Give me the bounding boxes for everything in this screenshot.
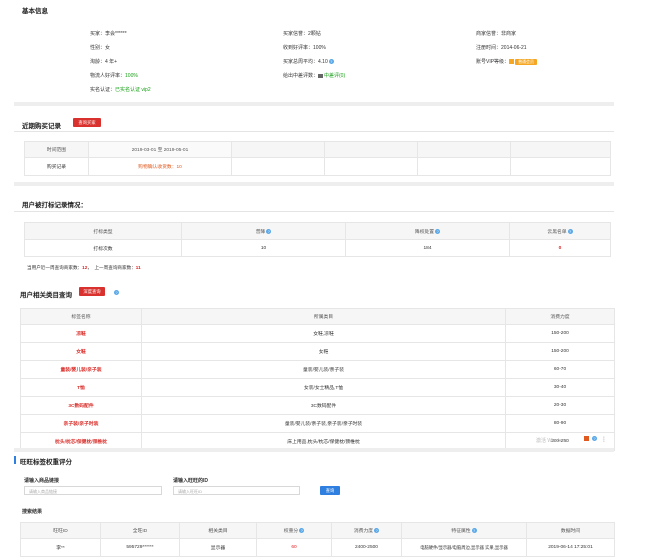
table-row: 3C数码配件 3C数码配件 20-30 [20,396,615,415]
section-divider [14,182,614,186]
purchase-table: 时间范围 2019-03-01 至 2019-05-01 购买记录 购物确认收货… [24,141,611,176]
wangwang-id-input[interactable]: 请输入旺旺ID [173,486,300,495]
section-divider [14,448,614,452]
vip-level-field: 账号VIP等级： 普通会员 [476,58,538,65]
table-row: 打标次数 10 184 0 [24,239,611,257]
deep-query-button[interactable]: 深度查询 [79,287,105,296]
buyer-credit-field: 买家信誉：2颗钻 [283,31,321,37]
help-icon[interactable]: ? [435,228,441,234]
tagged-title: 用户被打标记录情况： [22,202,87,209]
buyer-field: 买家：李会****** [90,31,127,37]
table-row: 童装/婴儿装/亲子装 童装/婴儿装/亲子装 60-70 [20,360,615,379]
category-table: 标签名称 所属类目 消费力度 凉鞋 女鞋,凉鞋 150-200 女鞋 女鞋 15… [20,308,615,451]
tagged-table: 打标类型 普降? 降权处置? 云黑名单? 打标次数 10 184 0 [24,222,611,257]
help-icon[interactable]: ? [299,528,305,534]
results-table: 旺旺ID 全旺ID 相关类目 权重分? 消费力度? 特征属性? 数据时间 李**… [20,522,615,557]
vip-icon [509,59,515,65]
table-row: 凉鞋 女鞋,凉鞋 150-200 [20,324,615,343]
product-link-input[interactable]: 请输入商品链接 [24,486,162,495]
weekly-query-line: 当用户近一周查询商家数：12， 上一周查询商家数：11 [27,265,141,270]
wangwang-id-label: 请输入旺旺的ID [173,478,209,484]
help-icon[interactable]: ? [266,228,272,234]
query-buyer-button[interactable]: 查询买家 [73,118,101,127]
help-icon[interactable]: ? [471,528,477,534]
table-header-row: 时间范围 2019-03-01 至 2019-05-01 [24,141,611,158]
section-accent-bar [14,456,16,464]
help-icon[interactable]: ? [328,59,334,65]
help-icon[interactable]: ? [592,436,597,441]
help-icon[interactable]: ? [114,290,119,295]
vip-badge: 普通会员 [515,58,538,65]
gender-field: 性别：女 [90,45,111,51]
table-row: 李** 595729****** 显示器 60 2400-2500 电脑硬件/显… [20,538,615,557]
positive-rate-field: 收到好评率：100% [283,45,326,51]
weight-eval-title: 旺旺标签权重评分 [20,459,72,466]
divider [14,131,614,132]
more-icon[interactable]: ⋮ [601,436,607,443]
recent-purchase-title: 近期购买记录 [22,123,61,130]
weekly-average-field: 买家总周平均：4.10? [283,59,334,65]
table-row: 女鞋 女鞋 150-200 [20,342,615,361]
help-icon[interactable]: ? [374,528,380,534]
truck-icon [318,73,324,78]
table-header-row: 打标类型 普降? 降权处置? 云黑名单? [24,222,611,240]
section-divider [14,102,614,106]
seller-credit-field: 商家信誉：非商家 [476,31,517,37]
realname-field: 实名认证：已实名认证 vip2 [90,87,151,93]
app-icon[interactable] [584,436,589,441]
category-query-title: 用户相关类目查询 [20,292,72,299]
table-header-row: 标签名称 所属类目 消费力度 [20,308,615,325]
negative-review-field: 给出中差评数： 中差评(0) [283,73,346,79]
basic-info-title: 基本信息 [22,8,48,15]
logistics-rate-field: 物流人好评率：100% [90,73,138,79]
table-header-row: 旺旺ID 全旺ID 相关类目 权重分? 消费力度? 特征属性? 数据时间 [20,522,615,539]
results-title: 搜索结果 [22,509,43,515]
table-row: 亲子装/亲子时装 童装/婴儿装/亲子装,亲子装/亲子时装 80-90 [20,414,615,433]
register-date-field: 注册时间：2014-06-21 [476,45,527,51]
help-icon[interactable]: ? [567,228,573,234]
divider [14,211,614,212]
table-row: T恤 女装/女士精品,T恤 30-40 [20,378,615,397]
activate-windows-watermark: 激活 Windows [536,438,568,444]
search-button[interactable]: 查询 [320,486,340,495]
product-link-label: 请输入商品链接 [24,478,60,484]
table-row: 购买记录 购物确认收货数：10 [24,157,611,176]
taobao-age-field: 淘龄：4 年+ [90,59,118,65]
